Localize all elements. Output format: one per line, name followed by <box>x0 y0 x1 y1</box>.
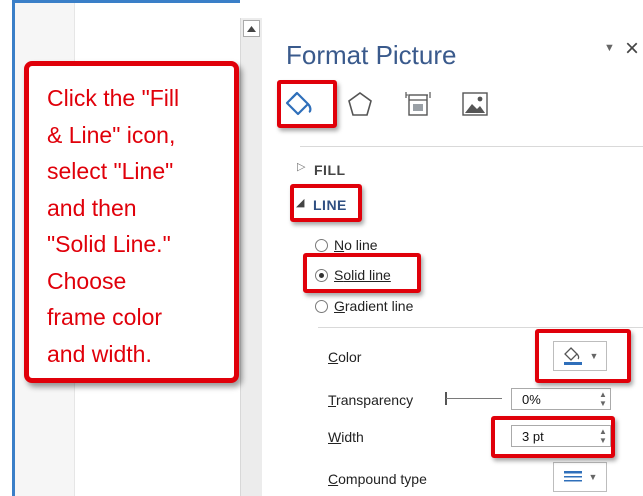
radio-label: Gradient line <box>334 298 414 314</box>
compound-type-label: Compound type <box>328 471 427 487</box>
highlight-color-button <box>535 329 631 383</box>
compound-lines-icon <box>563 471 582 482</box>
transparency-value[interactable]: 0% <box>512 392 596 407</box>
scroll-up-button[interactable] <box>243 20 260 37</box>
transparency-label: Transparency <box>328 392 414 408</box>
pane-title: Format Picture <box>286 40 457 70</box>
tab-divider <box>300 146 643 147</box>
highlight-line-section <box>290 184 362 222</box>
tab-picture[interactable] <box>457 86 493 122</box>
chevron-down-icon: ▼ <box>588 472 598 482</box>
instruction-callout: Click the "Fill & Line" icon, select "Li… <box>24 61 239 383</box>
tab-layout-properties[interactable] <box>400 86 436 122</box>
callout-text: Click the "Fill & Line" icon, select "Li… <box>47 85 180 367</box>
expand-arrow-icon[interactable]: ▷ <box>297 160 305 173</box>
highlight-width-field <box>491 416 615 458</box>
transparency-spinner[interactable]: 0% ▲ ▼ <box>511 388 611 410</box>
highlight-solid-line <box>303 253 421 293</box>
size-properties-icon <box>405 92 431 116</box>
spinner-arrows-icon[interactable]: ▲ ▼ <box>596 389 610 409</box>
compound-type-dropdown[interactable]: ▼ <box>553 462 607 492</box>
vertical-scrollbar[interactable] <box>240 18 262 496</box>
radio-gradient-line[interactable]: Gradient line <box>315 296 413 316</box>
pentagon-icon <box>348 92 372 116</box>
options-divider <box>318 327 643 328</box>
pane-options-icon[interactable]: ▼ <box>604 42 615 54</box>
radio-no-line[interactable]: No line <box>315 235 378 255</box>
tab-effects[interactable] <box>342 86 378 122</box>
radio-label: No line <box>334 237 378 253</box>
width-label: Width <box>328 429 364 445</box>
section-fill[interactable]: FILL <box>314 162 346 178</box>
color-label: Color <box>328 349 362 365</box>
close-icon[interactable]: × <box>625 35 639 63</box>
picture-icon <box>462 92 488 116</box>
radio-button[interactable] <box>315 299 328 313</box>
triangle-up-icon <box>247 25 256 32</box>
transparency-slider-track[interactable] <box>446 398 502 399</box>
highlight-fill-line-tab <box>277 80 337 128</box>
radio-button[interactable] <box>315 238 328 252</box>
